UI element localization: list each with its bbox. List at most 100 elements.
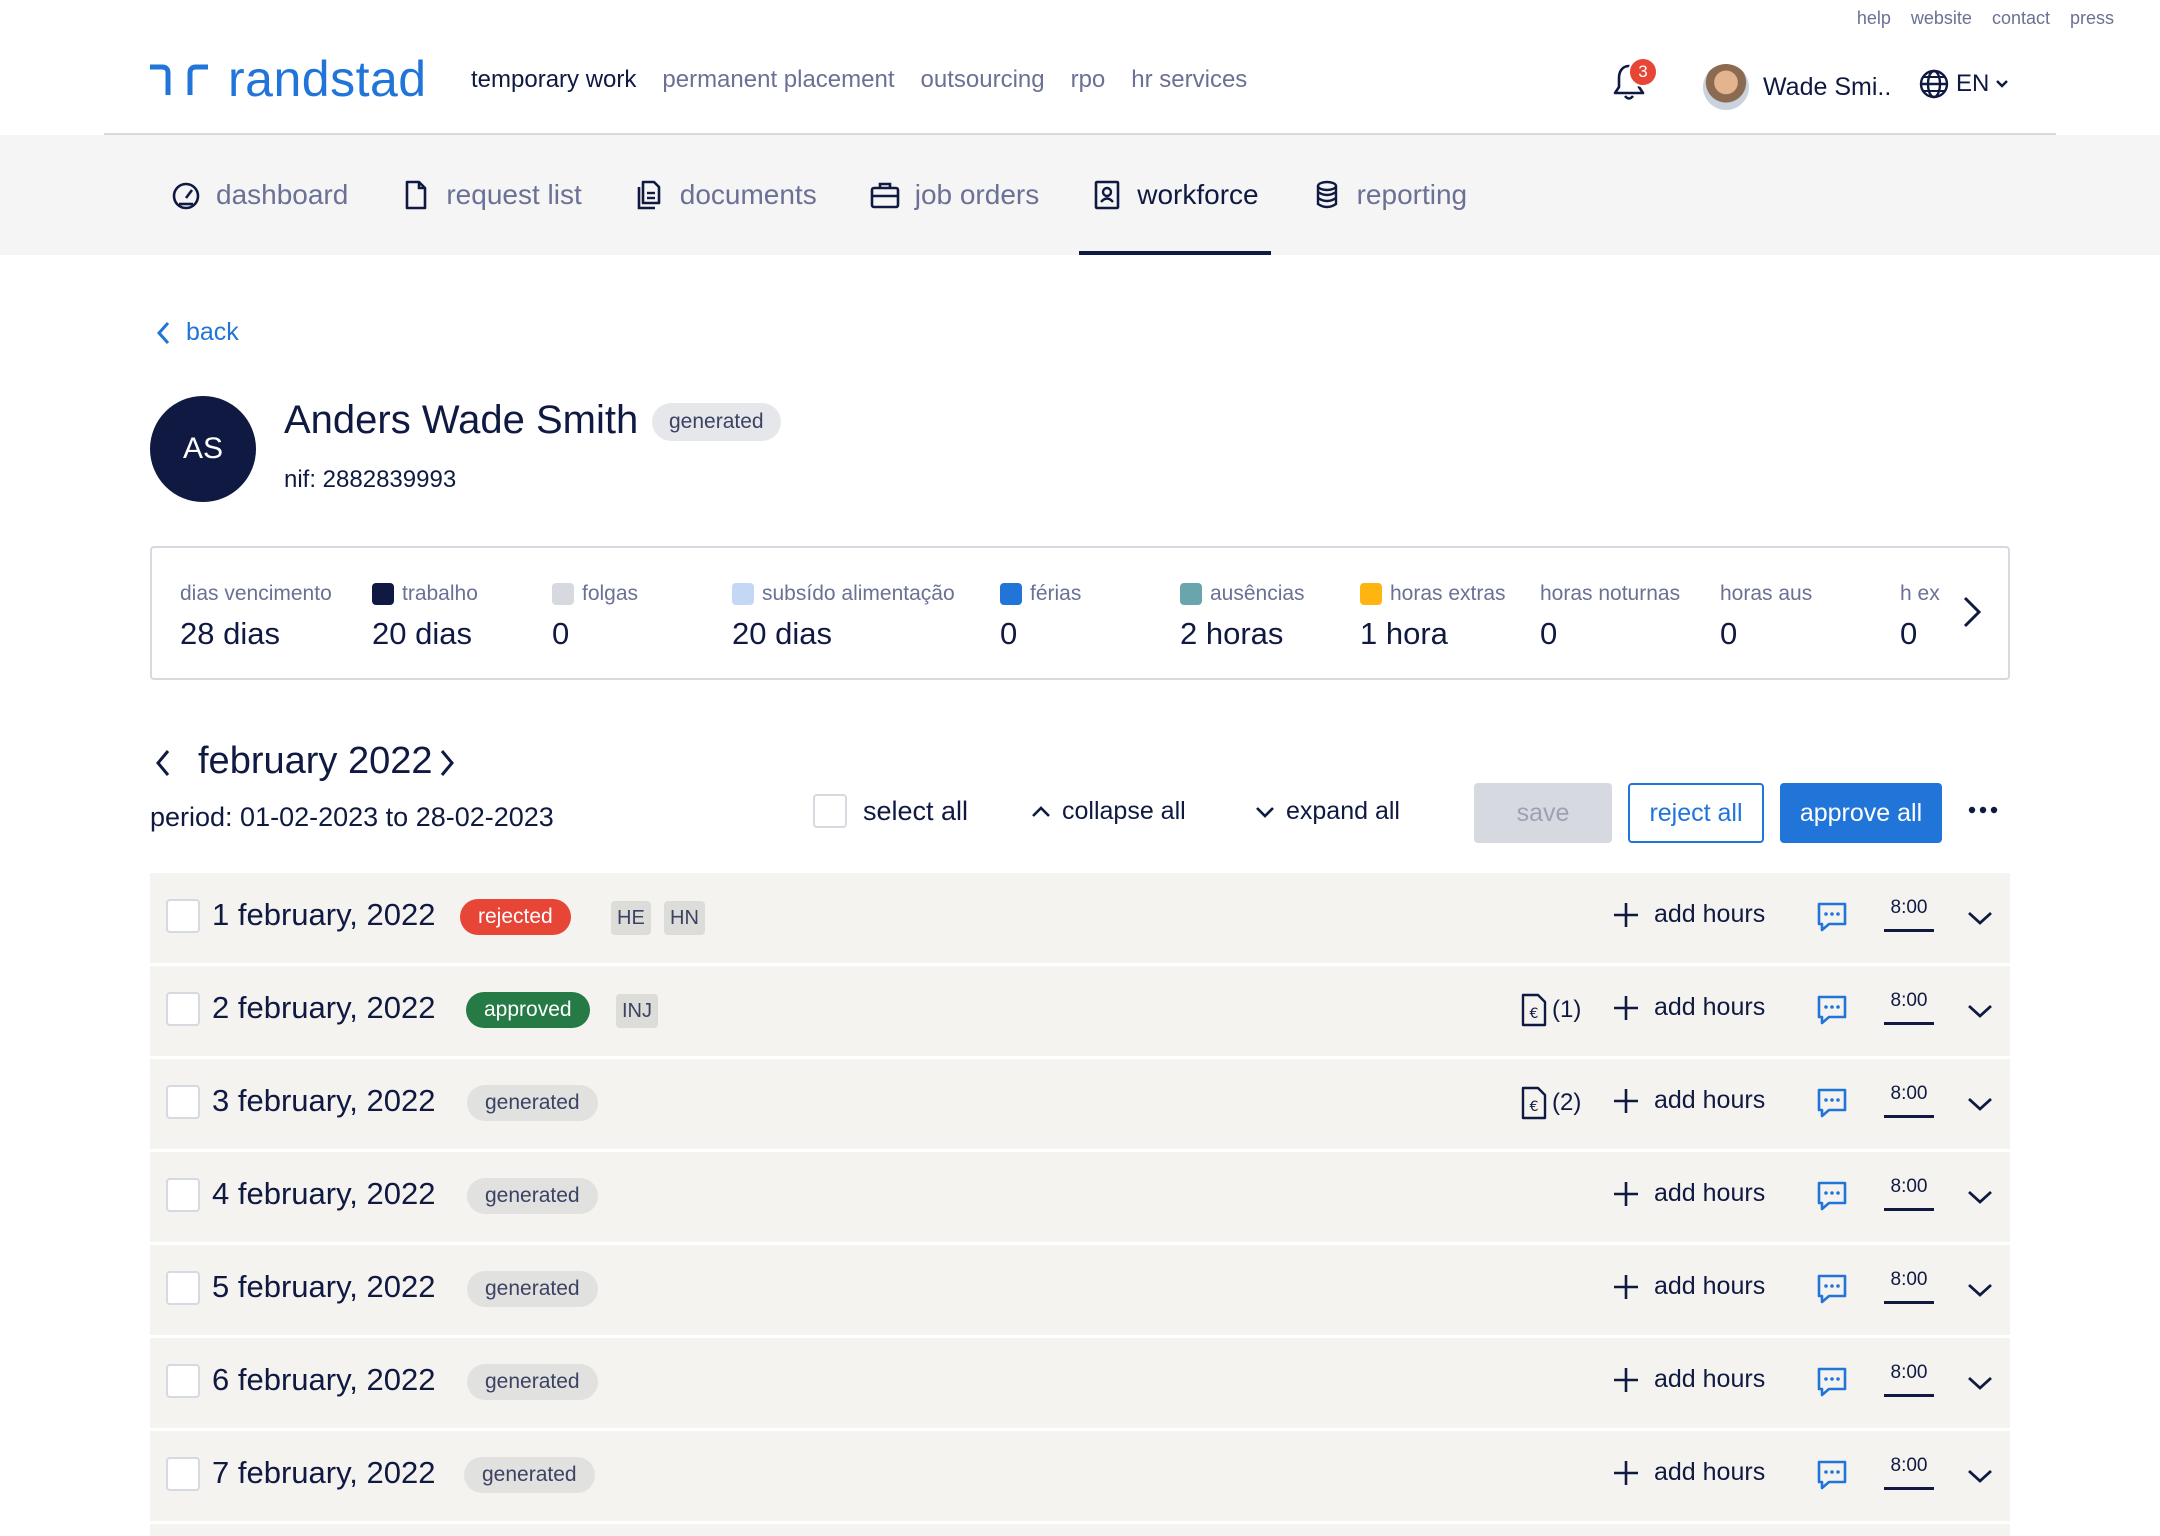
day-checkbox[interactable] [166,992,200,1026]
plus-icon [1614,995,1638,1020]
expand-row-chevron-icon[interactable] [1966,1281,1994,1299]
select-all-checkbox[interactable]: select all [813,794,968,828]
back-label: back [186,318,239,346]
add-hours-button[interactable]: add hours [1612,1179,1765,1208]
website-link[interactable]: website [1911,8,1972,29]
back-link[interactable]: back [154,318,239,347]
stat-label: ausências [1210,582,1305,605]
hours-value[interactable]: 8:00 [1884,990,1934,1025]
add-hours-button[interactable]: add hours [1612,900,1765,929]
tab-label: dashboard [216,179,349,210]
next-month-button[interactable] [437,747,457,779]
contact-link[interactable]: contact [1992,8,2050,29]
stat-value: 0 [1900,616,1918,651]
hours-value[interactable]: 8:00 [1884,1083,1934,1118]
expense-docs[interactable]: € (1) [1520,992,1581,1028]
collapse-all-button[interactable]: collapse all [1030,797,1186,826]
comment-icon[interactable] [1816,901,1848,933]
tab-request-list[interactable]: request list [388,135,593,255]
sub-nav: dashboard request list documents job ord… [0,135,2160,255]
day-checkbox[interactable] [166,1085,200,1119]
nav-temporary-work[interactable]: temporary work [471,66,636,94]
stat-value: 0 [1720,616,1738,651]
day-checkbox[interactable] [166,1364,200,1398]
more-options-icon[interactable] [1968,806,1998,814]
add-hours-button[interactable]: add hours [1612,1365,1765,1394]
approve-all-button[interactable]: approve all [1780,783,1942,843]
tab-dashboard[interactable]: dashboard [158,135,360,255]
expand-row-chevron-icon[interactable] [1966,1188,1994,1206]
chevron-down-icon [1996,80,2009,88]
expand-row-chevron-icon[interactable] [1966,1095,1994,1113]
reject-all-button[interactable]: reject all [1628,783,1764,843]
day-row: 4 february, 2022 generated add hours 8:0… [150,1152,2010,1242]
brand-logo[interactable]: randstad [148,50,427,108]
comment-icon[interactable] [1816,1366,1848,1398]
help-link[interactable]: help [1857,8,1891,29]
expand-row-chevron-icon[interactable] [1966,1002,1994,1020]
press-link[interactable]: press [2070,8,2114,29]
chevron-right-icon[interactable] [1960,592,1984,632]
user-menu[interactable]: Wade Smi.. [1703,64,1891,110]
add-hours-button[interactable]: add hours [1612,993,1765,1022]
stat-label: dias vencimento [180,582,332,605]
status-badge: generated [464,1457,595,1493]
stat-value: 0 [552,616,570,651]
summary-horas-aus: horas aus 0 [1720,582,1812,652]
language-code: EN [1956,70,1990,97]
tab-documents[interactable]: documents [622,135,829,255]
day-checkbox[interactable] [166,899,200,933]
stat-label: horas aus [1720,582,1813,605]
add-hours-button[interactable]: add hours [1612,1458,1765,1487]
expense-docs[interactable]: € (2) [1520,1085,1581,1121]
comment-icon[interactable] [1816,994,1848,1026]
day-checkbox[interactable] [166,1271,200,1305]
status-badge: generated [467,1271,598,1307]
tab-label: job orders [914,179,1040,210]
hours-value[interactable]: 8:00 [1884,1176,1934,1211]
add-hours-button[interactable]: add hours [1612,1272,1765,1301]
legend-swatch [732,583,754,605]
comment-icon[interactable] [1816,1087,1848,1119]
stat-label: h ex [1900,582,1940,605]
previous-month-button[interactable] [153,747,173,779]
hours-value[interactable]: 8:00 [1884,1455,1934,1490]
nav-hr-services[interactable]: hr services [1131,66,1247,94]
expand-row-chevron-icon[interactable] [1966,1467,1994,1485]
tag-badge: INJ [616,994,658,1028]
hours-value[interactable]: 8:00 [1884,897,1934,932]
nav-rpo[interactable]: rpo [1071,66,1106,94]
tab-reporting[interactable]: reporting [1299,135,1480,255]
tab-label: reporting [1356,179,1468,210]
stat-value: 1 hora [1360,616,1448,651]
hours-value[interactable]: 8:00 [1884,1362,1934,1397]
nav-outsourcing[interactable]: outsourcing [921,66,1045,94]
nav-permanent-placement[interactable]: permanent placement [662,66,894,94]
plus-icon [1614,1367,1638,1392]
stat-value: 28 dias [180,616,280,651]
day-date: 5 february, 2022 [212,1269,436,1304]
expand-row-chevron-icon[interactable] [1966,1374,1994,1392]
expand-all-button[interactable]: expand all [1254,797,1400,826]
checkbox[interactable] [813,794,847,828]
summary-subsidio-alimentacao: subsído alimentação 20 dias [732,582,955,652]
worker-name: Anders Wade Smith [284,398,639,442]
comment-icon[interactable] [1816,1459,1848,1491]
hours-value[interactable]: 8:00 [1884,1269,1934,1304]
comment-icon[interactable] [1816,1180,1848,1212]
day-checkbox[interactable] [166,1457,200,1491]
language-selector[interactable]: EN [1918,68,2009,100]
plus-icon [1614,1460,1638,1485]
briefcase-icon [870,182,900,209]
tab-job-orders[interactable]: job orders [857,135,1052,255]
expand-row-chevron-icon[interactable] [1966,909,1994,927]
day-checkbox[interactable] [166,1178,200,1212]
save-button[interactable]: save [1474,783,1612,843]
add-hours-button[interactable]: add hours [1612,1086,1765,1115]
gauge-icon [172,182,200,210]
comment-icon[interactable] [1816,1273,1848,1305]
tab-workforce[interactable]: workforce [1079,135,1271,255]
add-hours-label: add hours [1654,1272,1766,1300]
day-row: 7 february, 2022 generated add hours 8:0… [150,1431,2010,1521]
document-icon [406,180,427,210]
